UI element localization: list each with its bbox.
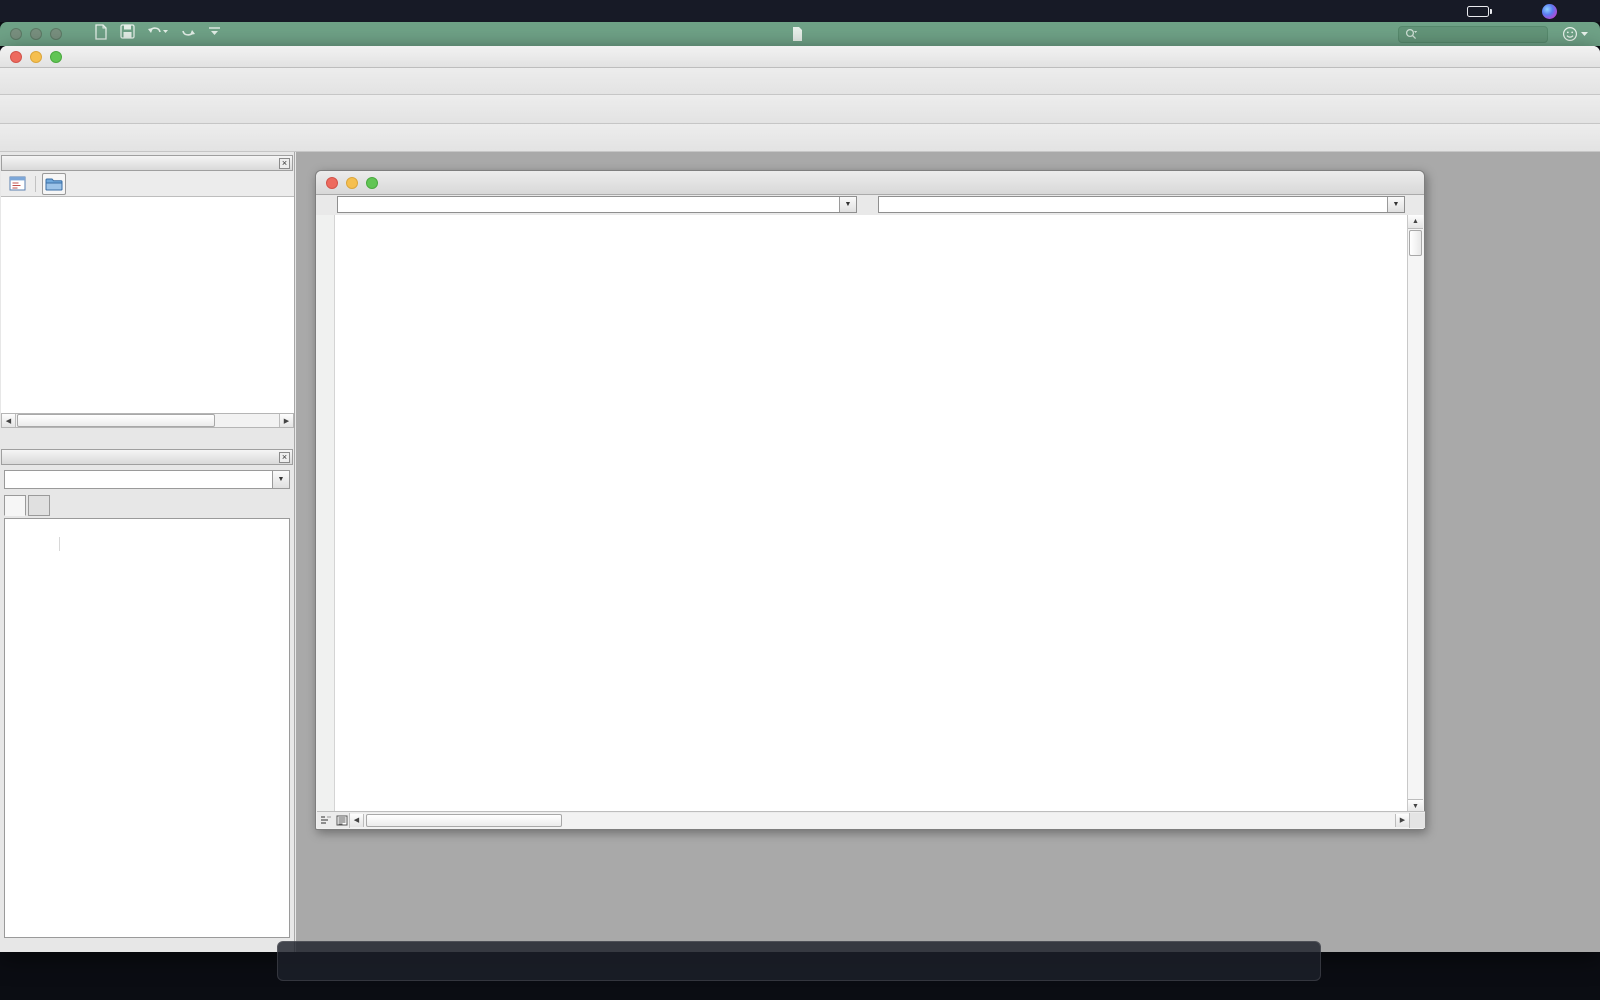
- close-icon[interactable]: ×: [279, 158, 290, 169]
- zoom-icon[interactable]: [50, 51, 62, 63]
- wifi-icon[interactable]: [1429, 0, 1451, 22]
- view-code-icon[interactable]: [5, 173, 29, 195]
- notification-center-icon[interactable]: [1568, 0, 1590, 22]
- search-input[interactable]: [1398, 26, 1548, 43]
- feedback-smiley-icon[interactable]: [1562, 26, 1588, 42]
- menubar-menus: [0, 0, 30, 22]
- procedure-view-icon[interactable]: [319, 814, 333, 827]
- minimize-icon[interactable]: [30, 28, 42, 40]
- scroll-up-icon[interactable]: ▲: [1408, 215, 1423, 229]
- new-document-icon[interactable]: [94, 24, 108, 45]
- close-icon[interactable]: ×: [279, 452, 290, 463]
- apple-menu-icon[interactable]: [12, 0, 30, 22]
- vba-editor-window: × ◀ ▶ × ▼: [0, 46, 1600, 952]
- close-icon[interactable]: [326, 177, 338, 189]
- excel-window-title: [0, 27, 1600, 41]
- chevron-down-icon[interactable]: ▼: [1387, 197, 1404, 212]
- window-tile-icon[interactable]: [1339, 0, 1361, 22]
- document-icon: [792, 27, 803, 41]
- scroll-left-icon[interactable]: ◀: [2, 414, 16, 427]
- chevron-down-icon[interactable]: ▼: [839, 197, 856, 212]
- standard-toolbar: [0, 68, 1600, 95]
- excel-traffic-lights[interactable]: [0, 28, 70, 40]
- chevron-down-icon[interactable]: ▼: [272, 471, 289, 488]
- code-dropdown-row: ▼ ▼: [316, 195, 1424, 215]
- project-tree-hscrollbar[interactable]: ◀ ▶: [1, 413, 294, 428]
- object-dropdown[interactable]: ▼: [337, 196, 857, 213]
- vba-titlebar: [0, 46, 1600, 68]
- excel-window-titlebar: [0, 22, 1600, 46]
- breakpoint-margin[interactable]: [317, 215, 335, 813]
- tab-categorized[interactable]: [28, 495, 50, 516]
- toggle-folders-icon[interactable]: [42, 173, 66, 195]
- code-hscrollbar[interactable]: ◀ ▶: [349, 813, 1409, 828]
- volume-icon[interactable]: [1369, 0, 1391, 22]
- tab-alphabetic[interactable]: [4, 495, 26, 516]
- siri-icon[interactable]: [1538, 0, 1560, 22]
- scrollbar-thumb[interactable]: [17, 414, 215, 427]
- code-vscrollbar[interactable]: ▲ ▼: [1407, 215, 1423, 813]
- close-icon[interactable]: [10, 51, 22, 63]
- properties-tabs: [4, 495, 52, 516]
- menubar-status-area: [1309, 0, 1600, 22]
- undo-icon[interactable]: [147, 24, 169, 44]
- project-tree: [1, 197, 294, 413]
- code-editor-body: [317, 215, 1409, 813]
- macos-dock: [277, 941, 1321, 981]
- search-icon: [1405, 28, 1417, 40]
- full-module-view-icon[interactable]: [335, 814, 349, 827]
- battery-icon[interactable]: [1467, 6, 1492, 17]
- spotlight-search-icon[interactable]: [1508, 0, 1530, 22]
- redo-icon[interactable]: [181, 24, 196, 44]
- scrollbar-thumb[interactable]: [366, 814, 562, 827]
- code-window-bottombar: ◀ ▶: [317, 811, 1425, 828]
- project-panel-header: ×: [1, 155, 293, 171]
- sheet-search-field[interactable]: [1421, 27, 1521, 41]
- scrollbar-thumb[interactable]: [1409, 230, 1422, 256]
- zoom-icon[interactable]: [366, 177, 378, 189]
- mdi-background: ▼ ▼ ▲ ▼: [296, 152, 1600, 952]
- properties-grid: [4, 518, 290, 938]
- save-icon[interactable]: [120, 24, 135, 44]
- project-panel-toolbar: [1, 171, 294, 197]
- left-panels-column: × ◀ ▶ × ▼: [0, 152, 295, 952]
- vba-traffic-lights[interactable]: [0, 51, 70, 63]
- vba-workspace: × ◀ ▶ × ▼: [0, 152, 1600, 952]
- debug-toolbar: [0, 95, 1600, 124]
- object-selector-dropdown[interactable]: ▼: [4, 470, 290, 489]
- minimize-icon[interactable]: [30, 51, 42, 63]
- macos-menubar: [0, 0, 1600, 22]
- scroll-right-icon[interactable]: ▶: [1395, 814, 1409, 827]
- code-editor[interactable]: [335, 215, 1409, 813]
- code-window-traffic-lights[interactable]: [316, 177, 386, 189]
- procedure-dropdown[interactable]: ▼: [878, 196, 1405, 213]
- edit-toolbar: [0, 124, 1600, 152]
- scroll-right-icon[interactable]: ▶: [279, 414, 293, 427]
- close-icon[interactable]: [10, 28, 22, 40]
- minimize-icon[interactable]: [346, 177, 358, 189]
- toolbar-options-icon[interactable]: [208, 24, 221, 44]
- properties-panel-header: ×: [1, 449, 293, 465]
- scroll-left-icon[interactable]: ◀: [350, 814, 364, 827]
- bluetooth-icon[interactable]: [1399, 0, 1421, 22]
- code-window: ▼ ▼ ▲ ▼: [315, 170, 1425, 830]
- zoom-icon[interactable]: [50, 28, 62, 40]
- code-window-titlebar: [316, 171, 1424, 195]
- excel-quick-toolbar: [94, 24, 221, 45]
- icloud-upload-icon[interactable]: [1309, 0, 1331, 22]
